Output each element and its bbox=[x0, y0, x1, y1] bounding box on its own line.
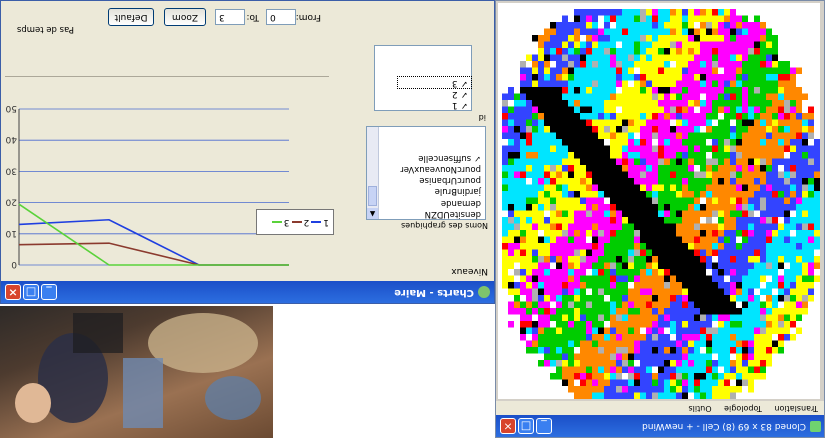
app-icon bbox=[810, 421, 821, 432]
to-label: To: bbox=[246, 12, 259, 22]
map-window: Cloned 83 x 69 (8) Cell - + newWind _ □ … bbox=[495, 0, 825, 438]
default-button[interactable]: Default bbox=[108, 8, 154, 26]
checkmark-icon: ✓ bbox=[457, 89, 468, 99]
graph-list-item[interactable]: jardinBrule bbox=[367, 185, 485, 196]
scroll-thumb[interactable] bbox=[368, 186, 377, 206]
pas-de-temps-label: Pas de temps bbox=[16, 24, 74, 34]
charts-maximize-button[interactable]: □ bbox=[23, 284, 39, 300]
minimize-button[interactable]: _ bbox=[536, 418, 552, 434]
map-menubar: Translation Topologie Outils bbox=[496, 401, 824, 415]
checkmark-icon: ✓ bbox=[457, 78, 468, 88]
id-list-label: id bbox=[478, 113, 486, 122]
y-tick-label: 300 bbox=[5, 165, 17, 175]
graph-list-item[interactable]: ✓ suffisencelle bbox=[367, 151, 485, 163]
charts-minimize-button[interactable]: _ bbox=[41, 284, 57, 300]
legend-swatch bbox=[291, 221, 302, 224]
legend-swatch bbox=[311, 221, 322, 224]
id-list[interactable]: ✓ 1 ✓ 2 ✓ 3 bbox=[374, 45, 472, 111]
menu-translation[interactable]: Translation bbox=[774, 404, 818, 413]
scroll-up-icon[interactable]: ▲ bbox=[367, 208, 378, 219]
chart-controls: From: 0 To: 3 Zoom Default Pas de temps bbox=[5, 2, 329, 77]
close-button[interactable]: × bbox=[500, 418, 516, 434]
charts-app-icon bbox=[478, 286, 490, 298]
id-list-item[interactable]: ✓ 2 bbox=[375, 88, 471, 99]
legend-label: 1 bbox=[323, 217, 329, 227]
niveaux-label: Niveaux bbox=[451, 266, 488, 276]
y-tick-label: 400 bbox=[5, 134, 17, 144]
checkmark-icon: ✓ bbox=[471, 152, 481, 163]
charts-window: Charts - Maire _ □ × Niveaux Noms des gr… bbox=[0, 0, 495, 304]
menu-outils[interactable]: Outils bbox=[688, 404, 711, 413]
legend-label: 2 bbox=[303, 217, 310, 227]
checkmark-icon: ✓ bbox=[457, 100, 468, 110]
line-chart: 0 100 200 300 400 500 bbox=[5, 103, 289, 269]
zoom-button[interactable]: Zoom bbox=[164, 8, 206, 26]
series-line-1 bbox=[18, 218, 289, 266]
legend-swatch bbox=[271, 221, 282, 224]
id-list-item[interactable]: ✓ 3 bbox=[397, 76, 472, 89]
from-label: From: bbox=[295, 12, 321, 22]
charts-window-titlebar[interactable]: Charts - Maire _ □ × bbox=[1, 281, 494, 303]
series-line-2 bbox=[18, 242, 289, 266]
y-tick-label: 100 bbox=[5, 228, 17, 238]
id-list-item[interactable]: ✓ 1 bbox=[375, 99, 471, 110]
series-line-3 bbox=[18, 203, 289, 266]
menu-topologie[interactable]: Topologie bbox=[724, 404, 762, 413]
y-tick-label: 200 bbox=[5, 197, 17, 207]
chart-legend: 1 2 3 bbox=[256, 209, 334, 235]
charts-window-title: Charts - Maire bbox=[394, 287, 474, 298]
maximize-button[interactable]: □ bbox=[518, 418, 534, 434]
graph-list-label: Noms des graphiques bbox=[401, 221, 488, 230]
graph-names-list[interactable]: densiteUDZN demande jardinBrule pourcUrb… bbox=[366, 126, 486, 220]
graph-list-item[interactable]: demande bbox=[367, 196, 485, 208]
graph-list-item[interactable]: densiteUDZN bbox=[367, 208, 485, 219]
graph-list-scrollbar[interactable]: ▲ bbox=[367, 127, 379, 219]
photo bbox=[0, 306, 273, 438]
to-field[interactable]: 3 bbox=[215, 9, 245, 25]
graph-list-item[interactable]: pourcUrbanise bbox=[367, 174, 485, 185]
map-window-titlebar[interactable]: Cloned 83 x 69 (8) Cell - + newWind _ □ … bbox=[496, 415, 824, 437]
map-window-title: Cloned 83 x 69 (8) Cell - + newWind bbox=[642, 421, 806, 431]
graph-list-item[interactable]: pourcNouveauxVer bbox=[367, 163, 485, 174]
y-tick-label: 0 bbox=[11, 259, 17, 269]
from-field[interactable]: 0 bbox=[266, 9, 296, 25]
charts-close-button[interactable]: × bbox=[5, 284, 21, 300]
cellular-map-canvas[interactable] bbox=[498, 3, 820, 399]
legend-label: 3 bbox=[283, 217, 290, 227]
y-tick-label: 500 bbox=[5, 103, 17, 113]
